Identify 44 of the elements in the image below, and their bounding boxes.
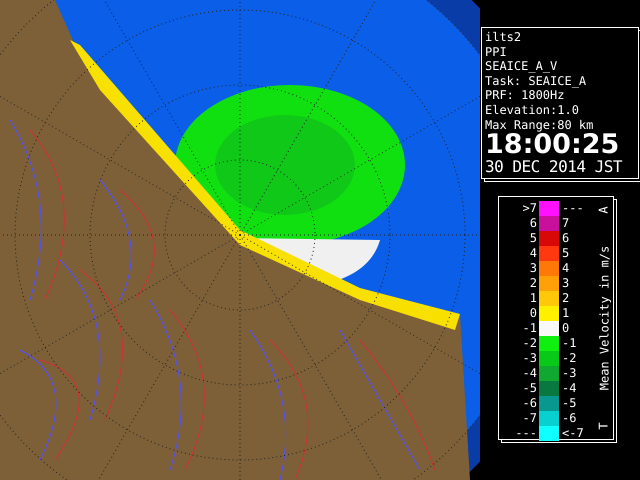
- time-text: 18:00:25: [485, 132, 620, 158]
- legend-value: 4: [528, 246, 538, 262]
- legend-value: -1: [561, 336, 578, 352]
- info-line: Elevation:1.0: [485, 102, 580, 118]
- legend-value: 5: [528, 231, 538, 246]
- legend-value: 0: [561, 321, 570, 336]
- legend-end-label: T: [597, 422, 611, 430]
- legend-value: -2: [561, 351, 578, 366]
- legend-value: 4: [561, 261, 570, 276]
- legend-value: ---: [514, 426, 538, 442]
- info-line: SEAICE_A_V: [485, 59, 558, 74]
- info-line: ilts2: [485, 30, 522, 45]
- legend-value: 6: [528, 216, 538, 232]
- info-line: Max Range:80 km: [485, 118, 594, 132]
- legend-value: >7: [522, 201, 538, 216]
- legend-value: -6: [522, 396, 538, 412]
- legend-value: -5: [561, 396, 578, 412]
- legend-value: 3: [561, 276, 570, 292]
- legend-title: Mean Velocity in m/s: [597, 246, 611, 390]
- date-text: 30 DEC 2014 JST: [485, 158, 624, 176]
- legend-value: -7: [522, 411, 538, 426]
- info-line: PRF: 1800Hz: [485, 88, 566, 103]
- legend-value: 1: [561, 306, 570, 322]
- legend-value: 6: [561, 231, 570, 246]
- legend-value: -3: [561, 366, 578, 382]
- legend-value: -1: [522, 321, 538, 336]
- legend-value: 2: [528, 276, 538, 292]
- legend-value: 5: [561, 246, 570, 262]
- legend-value: -4: [561, 381, 578, 396]
- legend-value: 1: [528, 291, 538, 306]
- legend-value: -2: [522, 336, 538, 352]
- legend-value: -3: [522, 351, 538, 366]
- legend-value: -4: [522, 366, 538, 382]
- legend-value: -5: [522, 381, 538, 396]
- legend-value: 2: [561, 291, 570, 306]
- legend-value: -6: [561, 411, 578, 426]
- info-line: Task: SEAICE_A: [485, 74, 588, 88]
- legend-end-label: A: [597, 206, 611, 214]
- info-line: PPI: [485, 44, 508, 60]
- legend-value: 7: [561, 216, 570, 232]
- legend-value: 3: [528, 261, 538, 276]
- legend-value: <-7: [561, 426, 585, 442]
- legend-value: ---: [561, 201, 585, 216]
- legend-value: 0: [528, 306, 538, 322]
